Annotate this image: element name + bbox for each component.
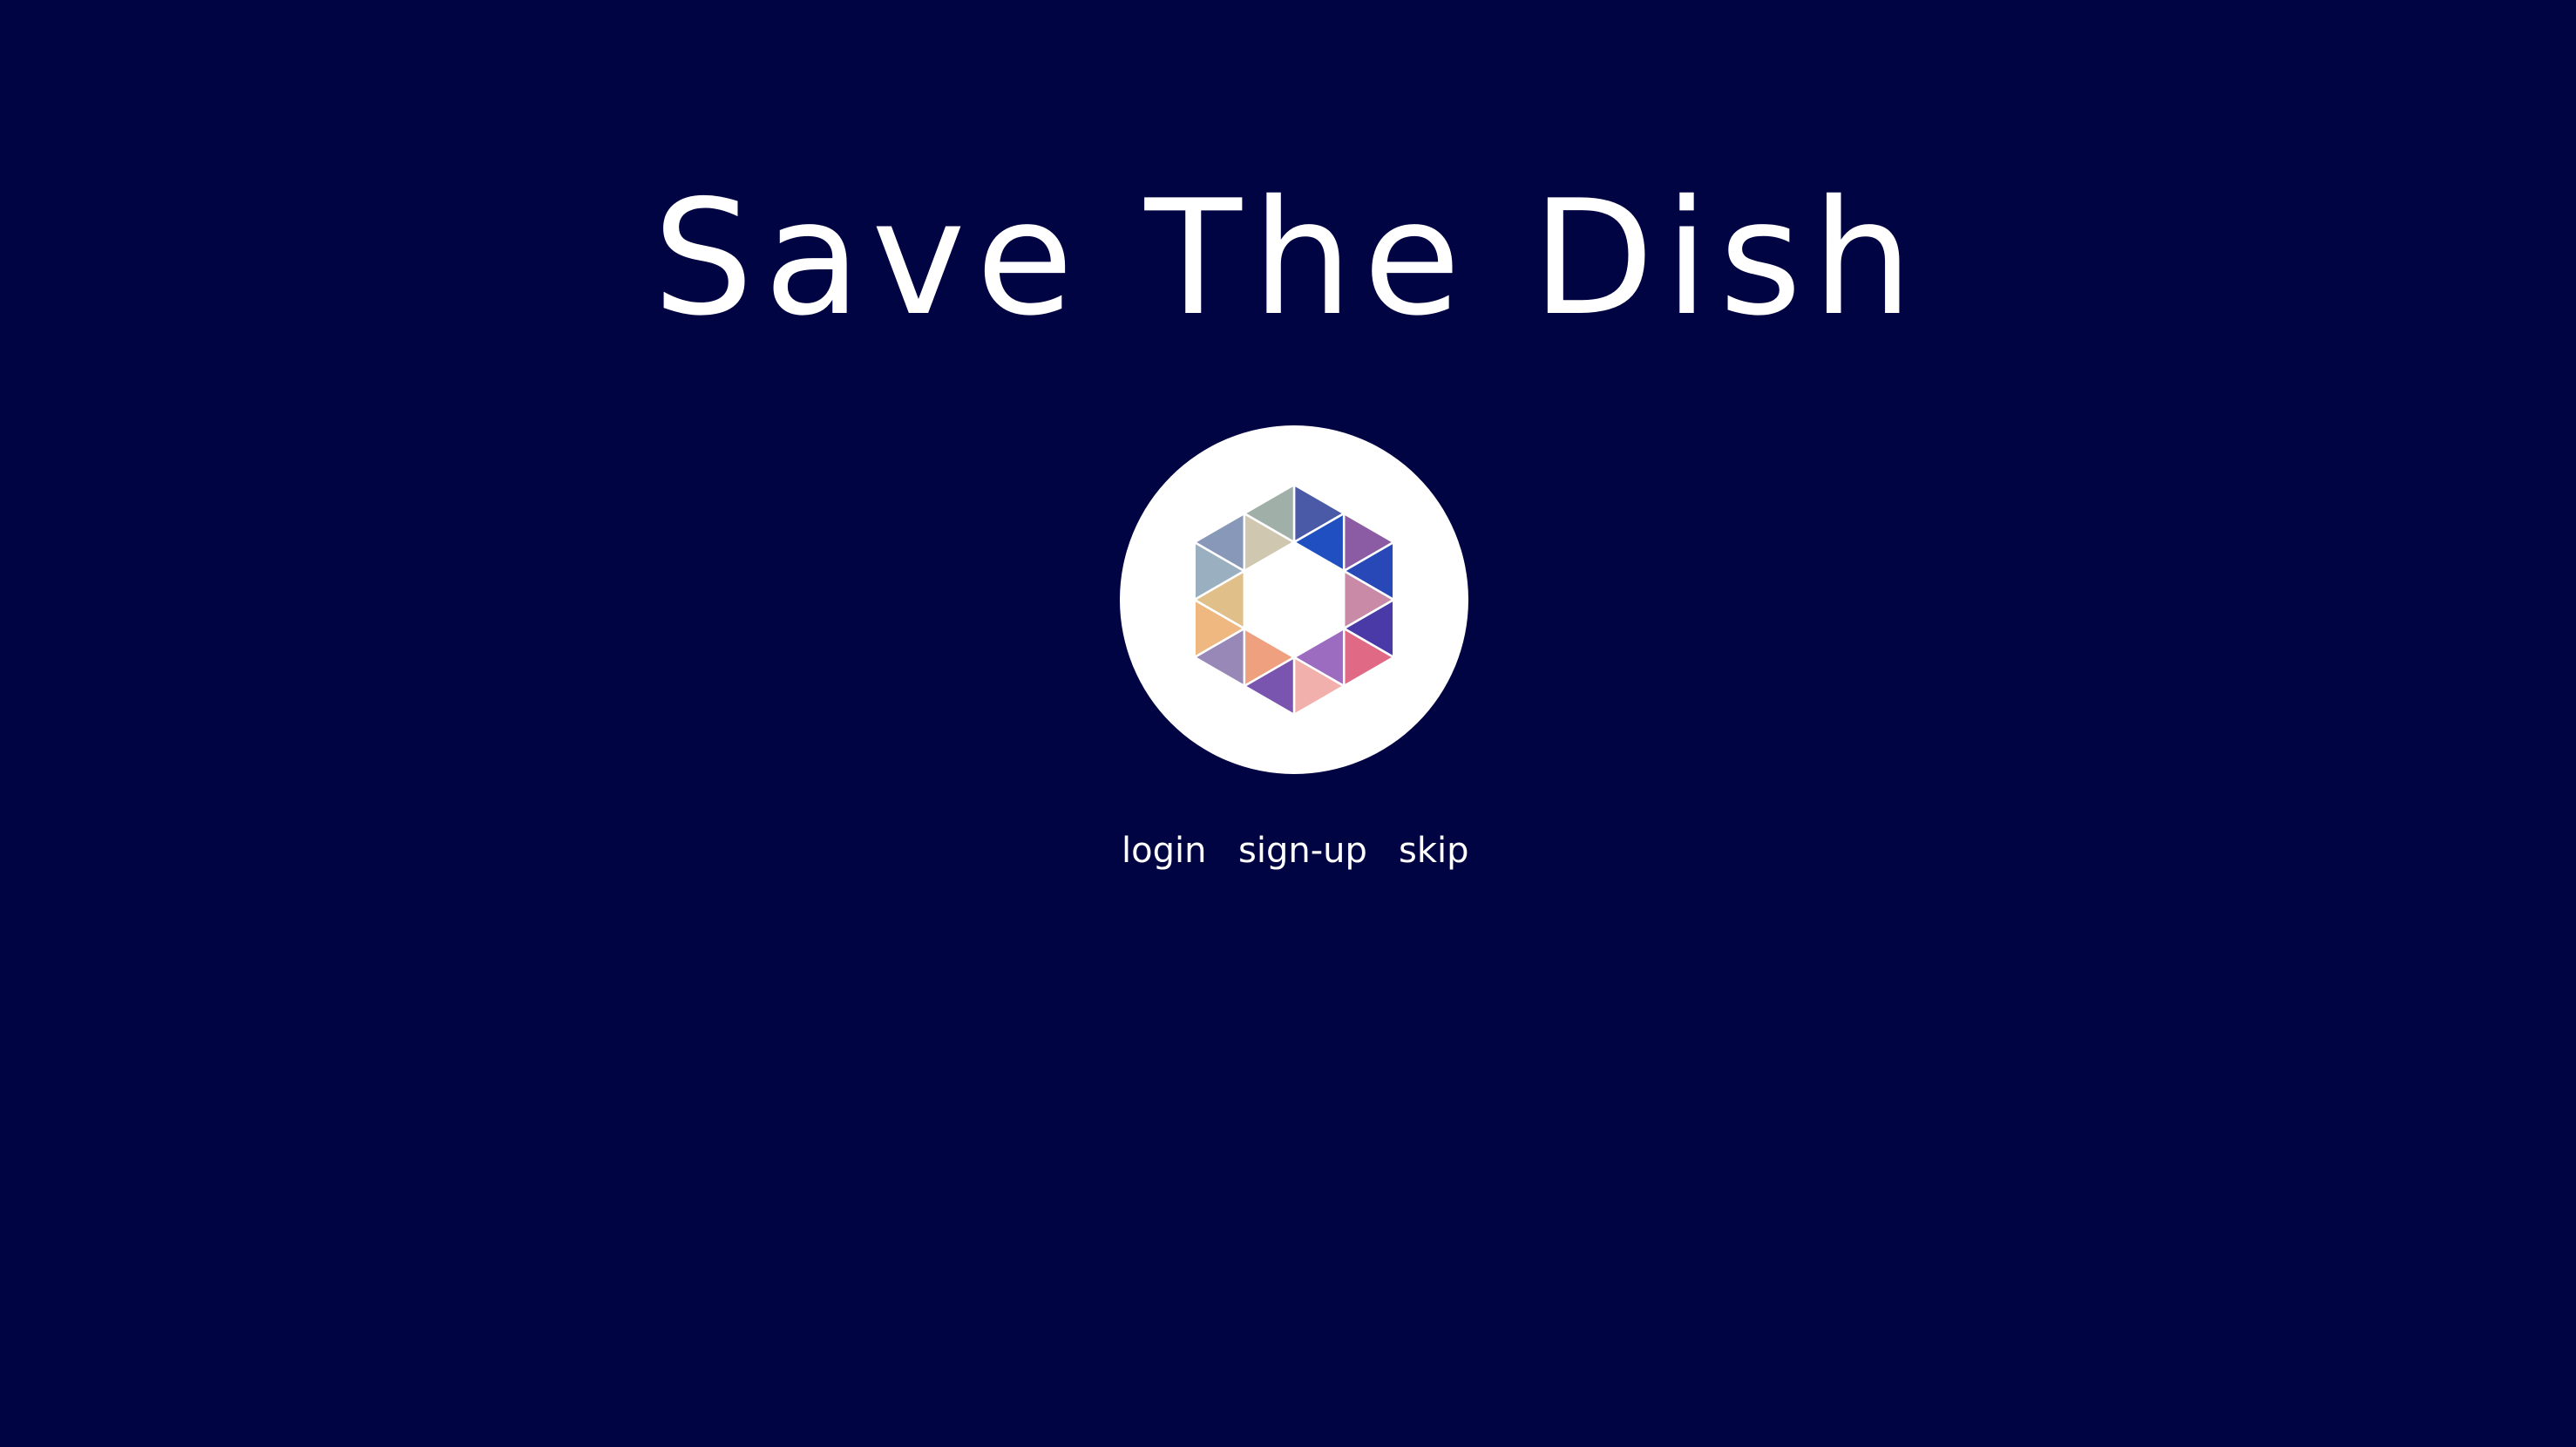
logo (1120, 425, 1468, 774)
hexagon-logo-icon (1193, 483, 1395, 717)
auth-nav: login sign-up skip (0, 826, 2576, 879)
login-link[interactable]: login (1122, 826, 1206, 875)
app-title: Save The Dish (653, 166, 1923, 350)
skip-link[interactable]: skip (1399, 826, 1469, 875)
sign-up-link[interactable]: sign-up (1238, 826, 1367, 875)
